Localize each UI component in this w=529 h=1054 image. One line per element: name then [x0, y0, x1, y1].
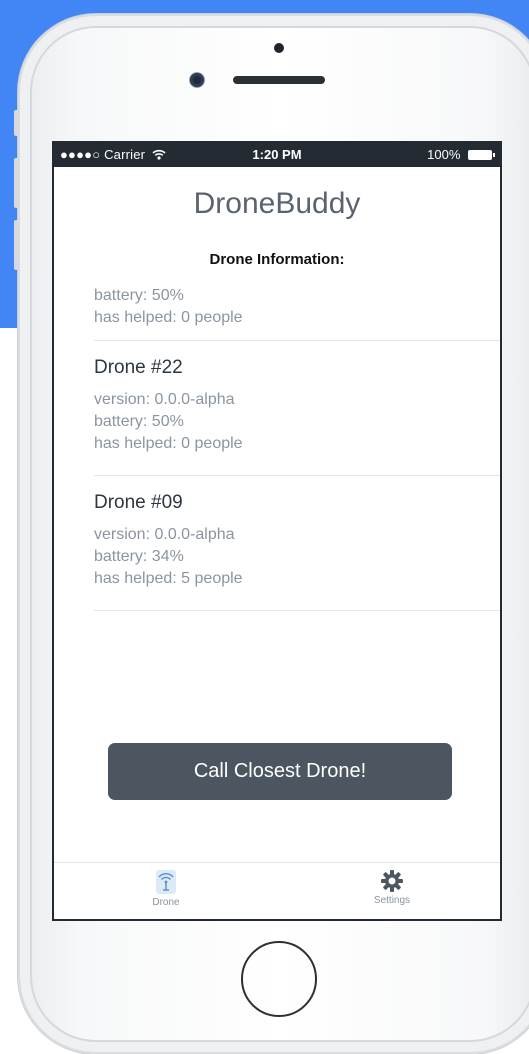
tab-bar: Drone Settings: [54, 862, 500, 919]
earpiece-speaker: [233, 76, 325, 84]
home-button[interactable]: [241, 941, 317, 1017]
app-title: DroneBuddy: [193, 187, 361, 220]
drone-card[interactable]: Drone #09 version: 0.0.0-alpha battery: …: [94, 492, 500, 611]
drone-version: version: 0.0.0-alpha: [94, 526, 235, 543]
drone-battery: battery: 50%: [94, 287, 184, 304]
drone-card[interactable]: Drone #22 version: 0.0.0-alpha battery: …: [94, 357, 500, 476]
drone-name: Drone #22: [94, 357, 183, 378]
battery-indicator: 100%: [427, 147, 495, 162]
section-heading: Drone Information:: [209, 251, 345, 268]
tab-drone-label: Drone: [152, 897, 180, 908]
front-camera: [190, 73, 204, 87]
battery-percent: 100%: [427, 147, 461, 162]
battery-icon: [468, 150, 495, 160]
volume-up-button: [14, 158, 19, 208]
tab-settings[interactable]: Settings: [332, 863, 452, 919]
volume-down-button: [14, 220, 19, 270]
gear-icon: [381, 870, 403, 892]
status-bar: ●●●●○ Carrier 1:20 PM 100%: [54, 143, 500, 167]
call-closest-drone-button[interactable]: Call Closest Drone!: [108, 743, 452, 800]
phone-screen: ●●●●○ Carrier 1:20 PM 100% DroneBuddy Dr…: [52, 141, 502, 921]
tab-settings-label: Settings: [373, 895, 411, 906]
drone-helped-count: has helped: 0 people: [94, 309, 243, 326]
drone-version: version: 0.0.0-alpha: [94, 391, 235, 408]
drone-name: Drone #09: [94, 492, 183, 513]
drone-battery: battery: 50%: [94, 413, 184, 430]
drone-battery: battery: 34%: [94, 548, 184, 565]
drone-helped-count: has helped: 0 people: [94, 435, 243, 452]
mute-switch: [14, 110, 19, 136]
drone-card[interactable]: battery: 50% has helped: 0 people: [94, 285, 500, 341]
drone-helped-count: has helped: 5 people: [94, 570, 243, 587]
drone-signal-icon: [156, 870, 176, 894]
proximity-sensor: [274, 43, 284, 53]
tab-drone[interactable]: Drone: [106, 863, 226, 919]
